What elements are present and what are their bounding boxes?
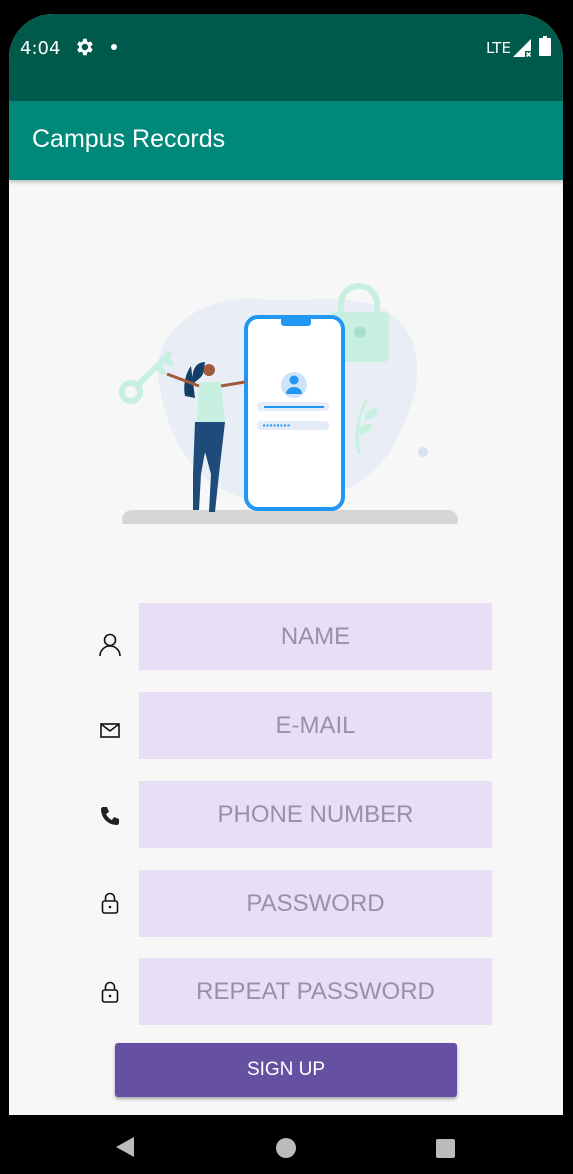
battery-icon	[539, 36, 551, 56]
notification-dot-icon	[111, 44, 117, 50]
navigation-bar	[9, 1115, 563, 1174]
status-bar: 4:04 LTE	[9, 14, 563, 101]
phone-screen: 4:04 LTE Campus Records NAME E-MAIL PHON…	[9, 14, 563, 1174]
login-illustration	[119, 283, 458, 524]
settings-gear-icon	[77, 38, 93, 56]
lock-icon	[101, 981, 119, 1003]
recent-apps-icon[interactable]	[436, 1139, 455, 1158]
phone-number-input[interactable]	[139, 781, 492, 848]
mail-icon	[100, 723, 120, 738]
back-icon[interactable]	[114, 1136, 136, 1158]
home-icon[interactable]	[276, 1138, 296, 1158]
name-input[interactable]	[139, 603, 492, 670]
phone-icon	[101, 807, 119, 825]
signal-icon	[513, 39, 532, 58]
lock-icon	[101, 892, 119, 914]
app-bar: Campus Records	[9, 101, 563, 180]
repeat-password-input[interactable]	[139, 958, 492, 1025]
sign-up-button[interactable]: SIGN UP	[115, 1043, 457, 1097]
person-icon	[99, 633, 121, 657]
email-input[interactable]	[139, 692, 492, 759]
network-type: LTE	[486, 39, 511, 57]
app-title: Campus Records	[32, 125, 226, 153]
status-time: 4:04	[20, 38, 61, 59]
password-input[interactable]	[139, 870, 492, 937]
